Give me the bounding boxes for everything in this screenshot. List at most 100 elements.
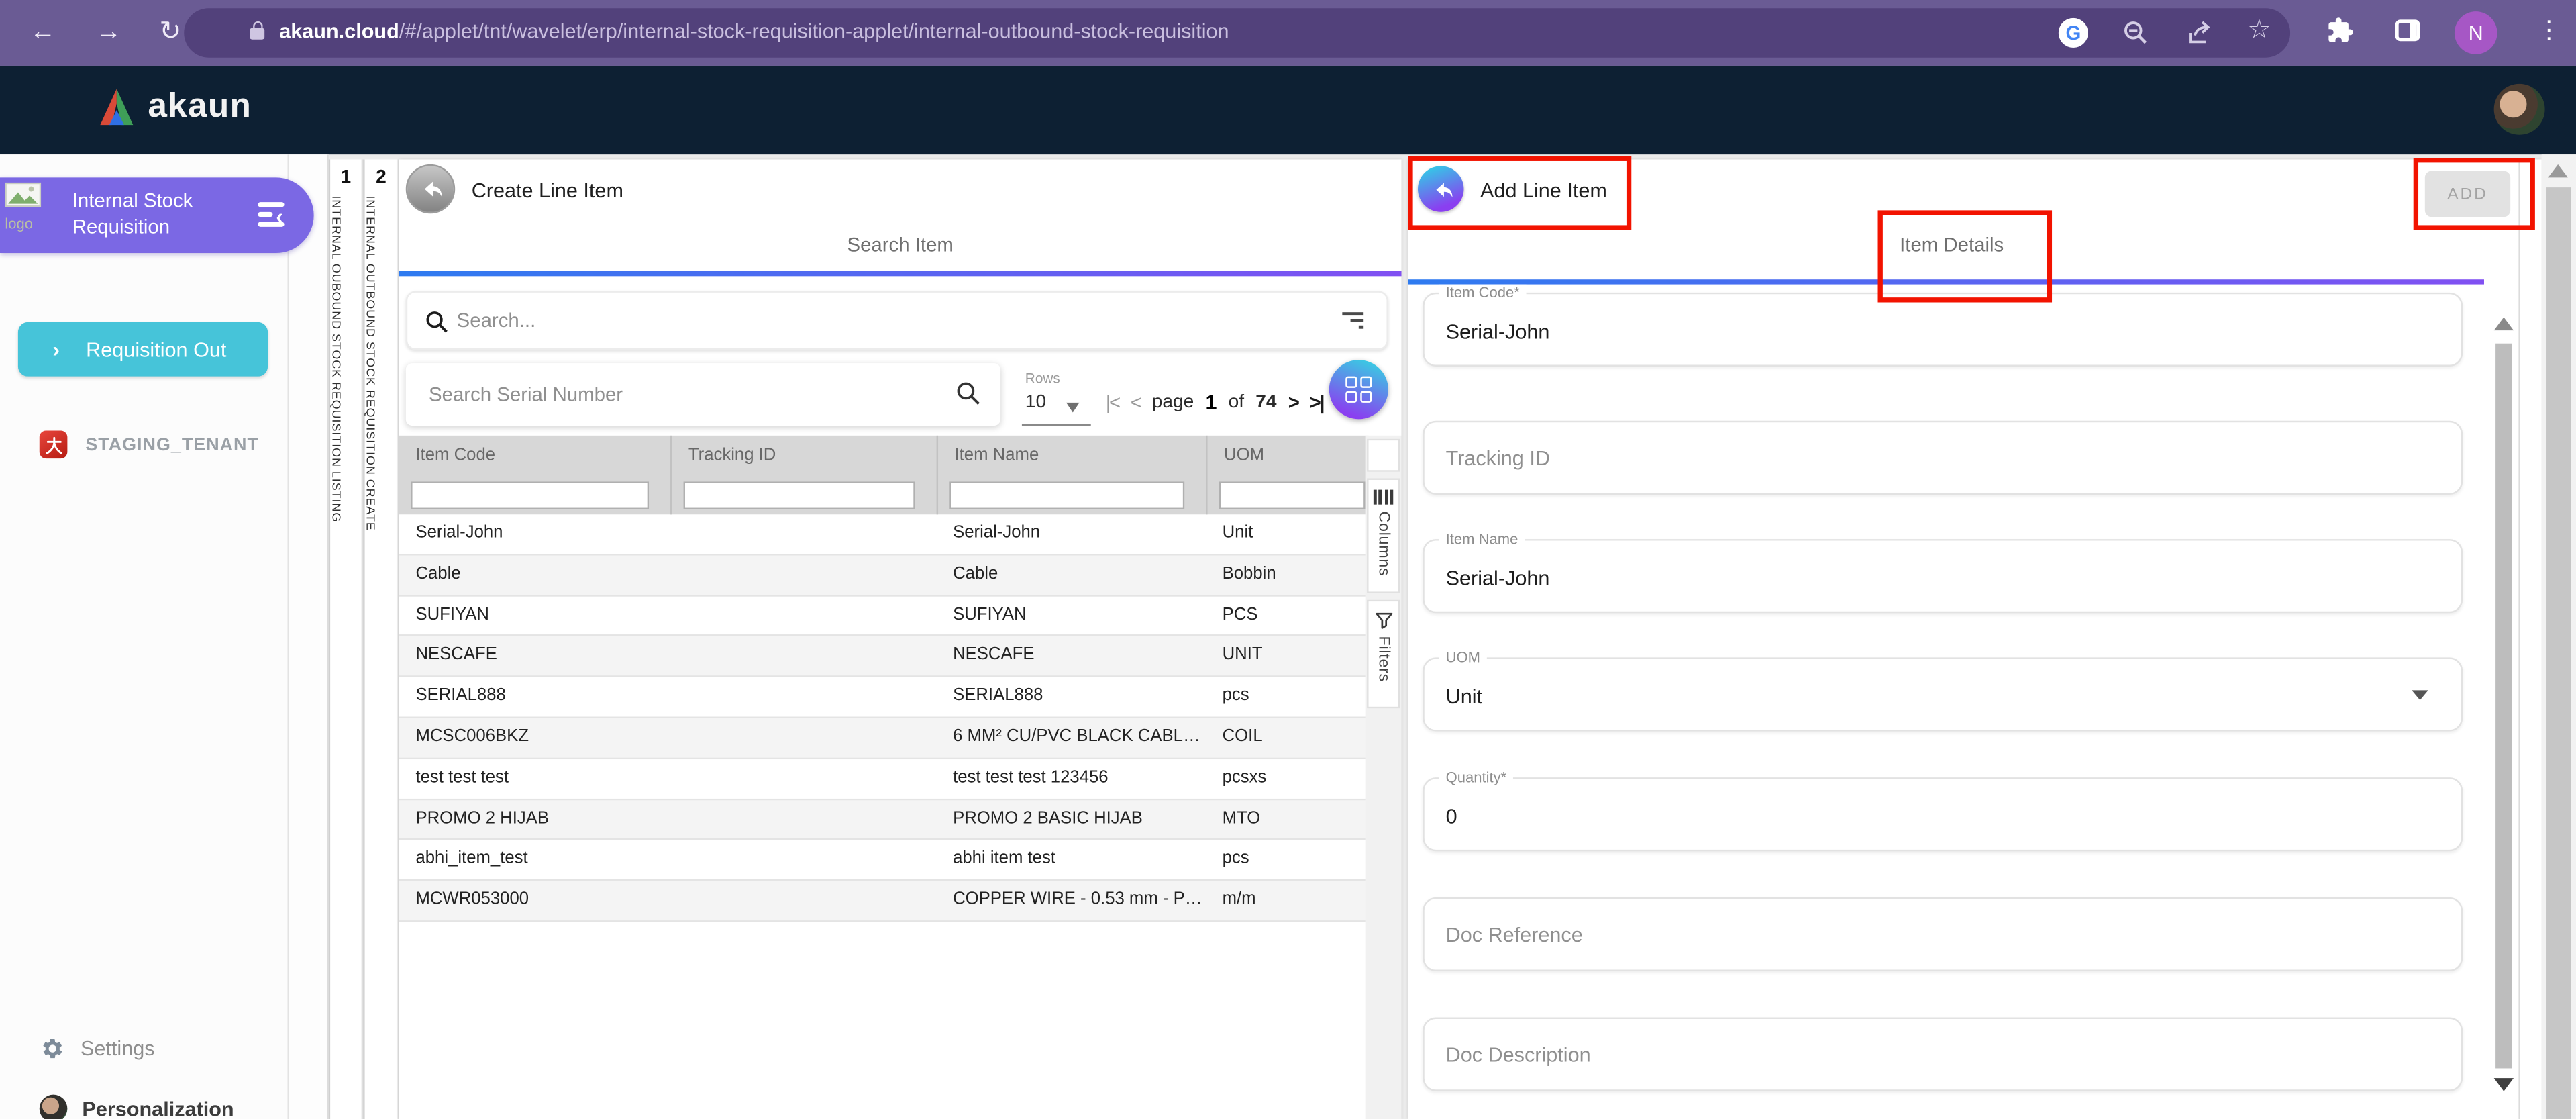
menu-collapse-icon[interactable]: ‹ [258,202,294,228]
sidebar-item-personalization[interactable]: Personalization [40,1095,234,1119]
search-icon [425,311,448,334]
workspace-tab-2[interactable]: 2 INTERNAL OUTBOUND STOCK REQUISITION CR… [363,159,399,1119]
side-tab-filters[interactable]: Filters [1367,600,1400,709]
settings-label: Settings [81,1037,155,1060]
next-page-button[interactable]: > [1288,391,1298,414]
column-header[interactable]: Item Name [937,436,1206,475]
field-quantity[interactable]: Quantity* 0 [1423,777,2463,851]
field-placeholder: Doc Description [1446,1044,1591,1067]
bookmark-star-icon[interactable]: ☆ [2247,13,2271,46]
field-doc-description[interactable]: Doc Description [1423,1018,2463,1091]
field-value: Serial-John [1446,567,1550,590]
serial-placeholder: Search Serial Number [429,383,623,405]
share-icon[interactable] [2185,19,2213,48]
personalization-avatar [40,1095,68,1119]
grid-view-button[interactable] [1329,360,1388,419]
table-row[interactable]: Serial-JohnSerial-JohnUnit [399,514,1369,555]
sidebar: STAGING_TENANT › Requisition Out Setting… [0,154,289,1119]
column-header[interactable]: UOM [1206,436,1368,475]
field-value: 0 [1446,806,1457,828]
table-row[interactable]: SERIAL888SERIAL888pcs [399,677,1369,718]
page-scrollbar-thumb[interactable] [2546,187,2571,1119]
browser-back-icon[interactable]: ← [30,15,56,51]
last-page-button[interactable]: >| [1310,391,1324,414]
field-tracking-id[interactable]: Tracking ID [1423,421,2463,495]
first-page-button[interactable]: |< [1106,391,1119,414]
filters-label: Filters [1374,636,1392,682]
tenant-row[interactable]: STAGING_TENANT [40,430,259,458]
page-label: page [1152,393,1194,412]
table-row[interactable]: MCWR053000COPPER WIRE - 0.53 mm - Pro...… [399,881,1369,922]
field-doc-reference[interactable]: Doc Reference [1423,897,2463,971]
browser-profile-avatar[interactable]: N [2455,11,2497,54]
field-item-name[interactable]: Item Name Serial-John [1423,539,2463,613]
filter-list-icon[interactable] [1342,312,1363,330]
akaun-logo: akaun [95,85,252,128]
field-label: UOM [1439,649,1487,665]
search-input[interactable]: Search... [406,291,1388,350]
url-text[interactable]: akaun.cloud/#/applet/tnt/wavelet/erp/int… [279,19,1229,42]
side-panel-icon[interactable] [2395,19,2420,41]
scroll-down-icon[interactable] [2494,1078,2514,1091]
scroll-up-icon[interactable] [2494,318,2514,331]
workspace-tab-1[interactable]: 1 INTERNAL OUBOUND STOCK REQUISITION LIS… [329,159,363,1119]
tenant-app-icon [40,430,68,458]
table-header-row: Item Code Tracking ID Item Name UOM [399,436,1369,475]
zoom-out-icon[interactable] [2122,19,2149,46]
form-scrollbar-thumb[interactable] [2495,344,2512,1069]
serial-number-input[interactable]: Search Serial Number [406,363,1000,426]
personalization-label: Personalization [82,1097,234,1119]
grid-icon [1345,376,1372,403]
akaun-logo-text: akaun [148,87,252,127]
user-avatar[interactable] [2494,84,2545,135]
table-row[interactable]: test test testtest test test 123456pcsxs [399,759,1369,800]
field-uom[interactable]: UOM Unit [1423,657,2463,731]
panel-divider [2518,159,2520,1119]
browser-menu-icon[interactable]: ⋮ [2536,15,2561,44]
table-row[interactable]: MCSC006BKZ6 MM² CU/PVC BLACK CABLE 1...C… [399,718,1369,759]
tab-search-item[interactable]: Search Item [399,234,1402,256]
akaun-triangle-icon [95,85,138,128]
browser-forward-icon[interactable]: → [95,15,121,51]
field-item-code[interactable]: Item Code* Serial-John [1423,293,2463,367]
column-filter-input[interactable] [937,475,1206,515]
back-button[interactable] [406,164,455,213]
requisition-out-label: Requisition Out [86,338,226,360]
table-row[interactable]: PROMO 2 HIJABPROMO 2 BASIC HIJABMTO [399,799,1369,840]
table-row[interactable]: SUFIYANSUFIYANPCS [399,596,1369,637]
column-filter-input[interactable] [1206,475,1368,515]
scroll-up-icon[interactable] [2548,164,2567,178]
column-header[interactable]: Item Code [399,436,670,475]
logo-placeholder-label: logo [5,217,60,232]
address-bar[interactable]: akaun.cloud/#/applet/tnt/wavelet/erp/int… [184,8,2290,57]
sidebar-item-requisition-out[interactable]: › Requisition Out [18,322,268,377]
table-row[interactable]: NESCAFENESCAFEUNIT [399,636,1369,677]
browser-reload-icon[interactable]: ↻ [159,15,181,51]
annotation-item-details [1878,210,2053,302]
prev-page-button[interactable]: < [1131,391,1141,414]
select-underline [1022,424,1091,426]
workspace-tab-2-label: INTERNAL OUTBOUND STOCK REQUISITION CREA… [365,195,377,530]
annotation-add-line-item [1408,156,1631,230]
extensions-puzzle-icon[interactable] [2326,16,2355,44]
columns-label: Columns [1374,511,1392,576]
sidebar-item-settings[interactable]: Settings [40,1035,155,1061]
item-table: Item Code Tracking ID Item Name UOM Seri… [399,436,1369,922]
column-filter-input[interactable] [399,475,670,515]
applet-item-internal-stock-requisition[interactable]: logo Internal Stock Requisition ‹ [0,177,314,253]
dropdown-caret-icon[interactable] [1066,403,1080,413]
side-tab-columns[interactable]: Columns [1367,478,1400,593]
side-tab-blank[interactable] [1367,439,1400,472]
google-icon[interactable]: G [2059,18,2088,48]
column-header[interactable]: Tracking ID [670,436,937,475]
table-row[interactable]: CableCableBobbin [399,555,1369,596]
dropdown-caret-icon[interactable] [2412,690,2428,700]
create-line-item-panel: Create Line Item Search Item Search... S… [399,159,1402,1119]
chevron-right-icon: › [52,337,60,362]
column-filter-input[interactable] [670,475,937,515]
page-scrollbar[interactable] [2542,154,2576,1119]
rows-per-page-select[interactable]: 10 [1025,393,1046,412]
workspace-tab-1-label: INTERNAL OUBOUND STOCK REQUISITION LISTI… [330,195,342,522]
table-row[interactable]: abhi_item_testabhi item testpcs [399,840,1369,881]
center-panel-title: Create Line Item [472,179,623,202]
